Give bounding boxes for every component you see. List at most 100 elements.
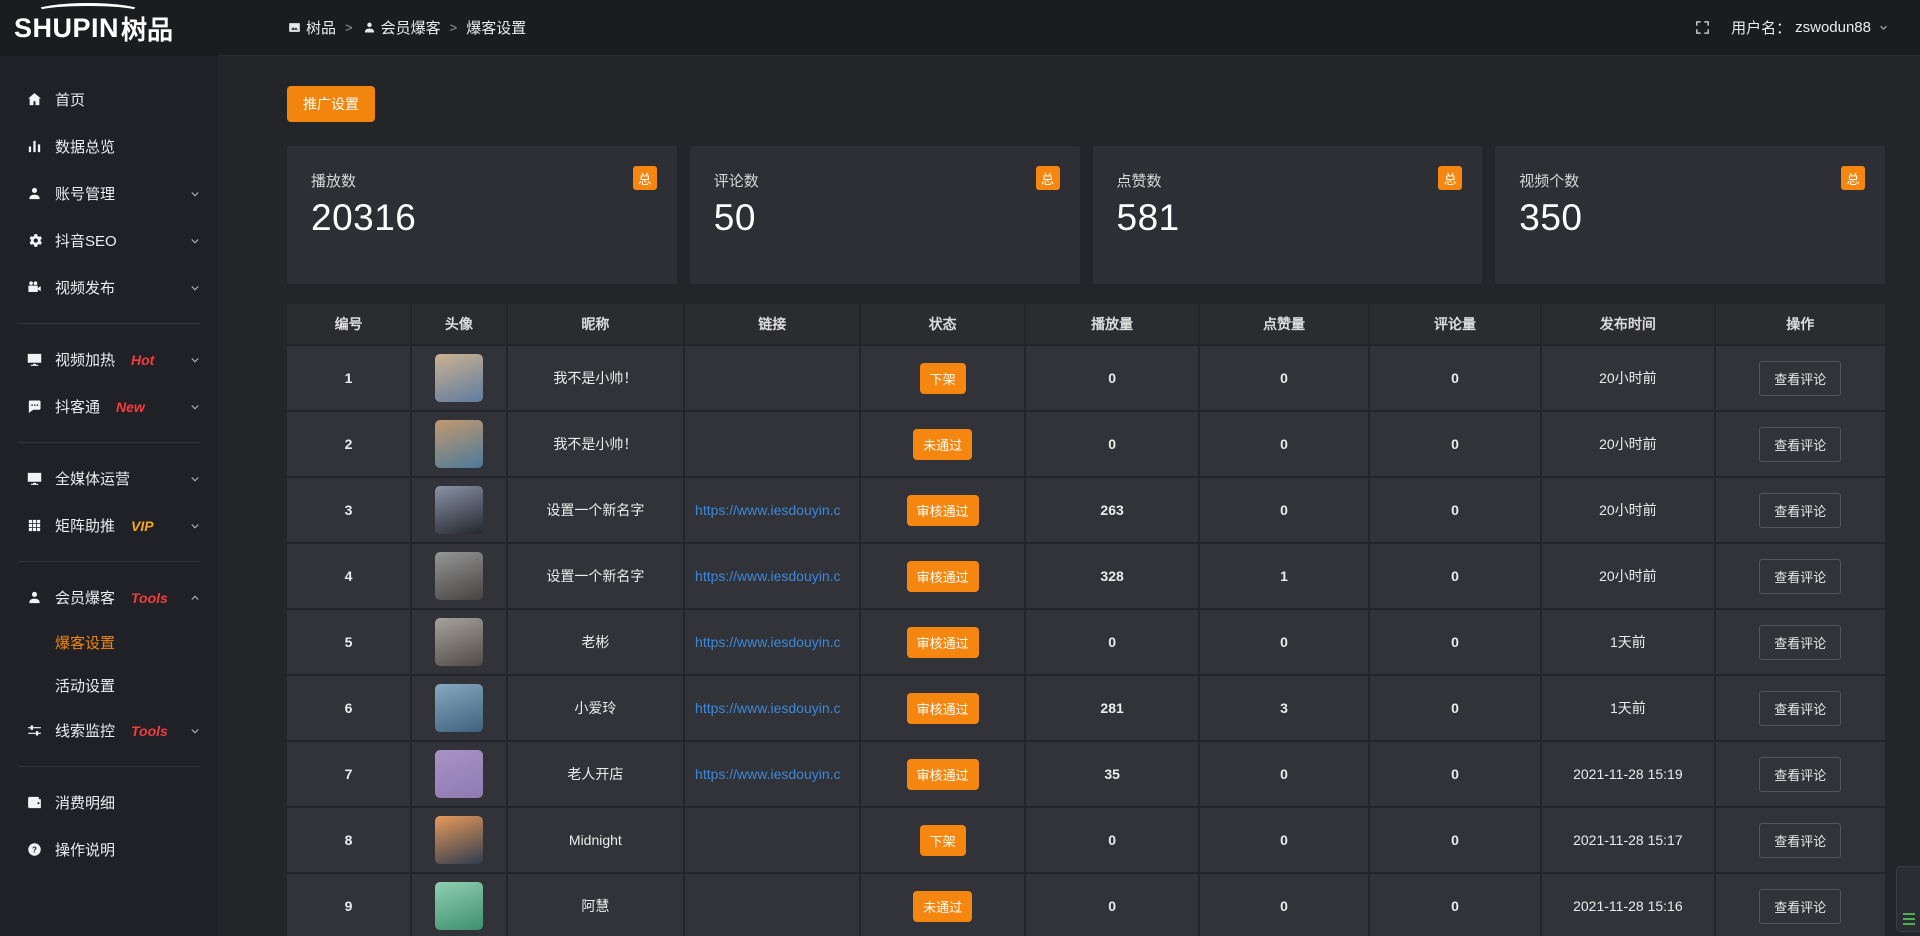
table-cell-avatar <box>412 610 506 674</box>
sidebar-nav: 首页数据总览账号管理抖音SEO 视频发布视频加热 Hot 抖客通New 全媒体运营矩阵助… <box>0 56 218 936</box>
bar-chart-icon <box>26 138 43 155</box>
data-table: 编号头像昵称链接状态播放量点赞量评论量发布时间操作1我不是小帅！下架00020小… <box>287 304 1885 936</box>
sidebar-divider <box>18 561 200 562</box>
table-cell-time: 1天前 <box>1542 676 1713 740</box>
avatar <box>435 882 483 930</box>
sidebar-item-matrix-boost[interactable]: 矩阵助推VIP <box>0 502 218 549</box>
status-badge: 审核通过 <box>907 759 979 790</box>
sidebar-item-label: 抖音SEO <box>55 230 117 251</box>
table-cell-action: 查看评论 <box>1716 874 1885 936</box>
sidebar: SHUPIN 树品 首页数据总览账号管理抖音SEO 视频发布视频加热 Hot 抖客通N… <box>0 0 218 936</box>
topbar: 树品>会员爆客>爆客设置 用户名： zswodun88 <box>218 0 1920 56</box>
status-badge: 审核通过 <box>907 627 979 658</box>
breadcrumb-label: 会员爆客 <box>381 17 441 38</box>
main-content: 推广设置 播放数20316总评论数50总点赞数581总视频个数350总 编号头像… <box>218 56 1920 936</box>
sidebar-item-label: 视频加热 <box>55 349 115 370</box>
table-cell-link <box>685 346 859 410</box>
table-cell-no: 5 <box>287 610 410 674</box>
profile-link[interactable]: https://www.iesdouyin.c <box>695 766 841 782</box>
breadcrumb-item-2[interactable]: 会员爆客 <box>362 17 441 38</box>
table-cell-time: 2021-11-28 15:19 <box>1542 742 1713 806</box>
fullscreen-icon[interactable] <box>1694 19 1711 36</box>
table-cell-status: 审核通过 <box>861 742 1024 806</box>
stat-card-value: 50 <box>714 197 1056 239</box>
floating-side-widget[interactable] <box>1896 866 1920 932</box>
view-comments-button[interactable]: 查看评论 <box>1759 823 1841 858</box>
sidebar-item-tag: Hot <box>131 352 154 368</box>
view-comments-button[interactable]: 查看评论 <box>1759 625 1841 660</box>
sidebar-item-account-management[interactable]: 账号管理 <box>0 170 218 217</box>
sidebar-item-media-operation[interactable]: 全媒体运营 <box>0 455 218 502</box>
svg-text:?: ? <box>32 845 37 854</box>
user-icon <box>362 20 377 35</box>
chevron-down-icon <box>188 400 202 414</box>
username-label: 用户名： <box>1731 17 1791 38</box>
chevron-down-icon <box>188 281 202 295</box>
view-comments-button[interactable]: 查看评论 <box>1759 493 1841 528</box>
sidebar-subitem-activity-settings[interactable]: 活动设置 <box>0 664 218 707</box>
sidebar-item-member-baoke[interactable]: 会员爆客Tools <box>0 574 218 621</box>
user-menu[interactable]: 用户名： zswodun88 <box>1731 17 1890 38</box>
profile-link[interactable]: https://www.iesdouyin.c <box>695 502 841 518</box>
table-cell-no: 2 <box>287 412 410 476</box>
sidebar-item-douketong[interactable]: 抖客通New <box>0 383 218 430</box>
view-comments-button[interactable]: 查看评论 <box>1759 559 1841 594</box>
view-comments-button[interactable]: 查看评论 <box>1759 889 1841 924</box>
avatar <box>435 552 483 600</box>
sidebar-item-label: 消费明细 <box>55 792 115 813</box>
table-cell-no: 4 <box>287 544 410 608</box>
sidebar-item-video-heat[interactable]: 视频加热 Hot <box>0 336 218 383</box>
table-cell-link <box>685 412 859 476</box>
breadcrumb-label: 树品 <box>306 17 336 38</box>
table-cell-comments: 0 <box>1370 412 1540 476</box>
profile-link[interactable]: https://www.iesdouyin.c <box>695 568 841 584</box>
question-icon: ? <box>26 841 43 858</box>
status-badge: 未通过 <box>913 429 972 460</box>
sidebar-item-label: 抖客通 <box>55 396 100 417</box>
stat-card-total-badge: 总 <box>1036 166 1060 190</box>
sidebar-item-operation-guide[interactable]: ?操作说明 <box>0 826 218 873</box>
profile-link[interactable]: https://www.iesdouyin.c <box>695 700 841 716</box>
table-cell-avatar <box>412 742 506 806</box>
table-cell-avatar <box>412 412 506 476</box>
profile-link[interactable]: https://www.iesdouyin.c <box>695 634 841 650</box>
table-cell-link: https://www.iesdouyin.c <box>685 742 859 806</box>
status-badge: 下架 <box>920 363 966 394</box>
table-cell-link: https://www.iesdouyin.c <box>685 478 859 542</box>
table-cell-nickname: 老彬 <box>508 610 683 674</box>
sidebar-item-home[interactable]: 首页 <box>0 76 218 123</box>
table-cell-action: 查看评论 <box>1716 610 1885 674</box>
table-cell-status: 下架 <box>861 346 1024 410</box>
table-cell-action: 查看评论 <box>1716 412 1885 476</box>
sidebar-item-video-publish[interactable]: 视频发布 <box>0 264 218 311</box>
sidebar-item-data-overview[interactable]: 数据总览 <box>0 123 218 170</box>
promo-settings-button[interactable]: 推广设置 <box>287 86 375 122</box>
table-header-cell: 播放量 <box>1026 304 1198 344</box>
view-comments-button[interactable]: 查看评论 <box>1759 757 1841 792</box>
stat-card-1: 播放数20316总 <box>287 146 677 284</box>
sidebar-item-douyin-seo[interactable]: 抖音SEO <box>0 217 218 264</box>
breadcrumb-item-1[interactable]: 树品 <box>287 17 336 38</box>
stat-card-2: 评论数50总 <box>690 146 1080 284</box>
status-badge: 审核通过 <box>907 495 979 526</box>
table-cell-status: 审核通过 <box>861 478 1024 542</box>
sidebar-divider <box>18 442 200 443</box>
chevron-down-icon <box>188 234 202 248</box>
table-cell-avatar <box>412 478 506 542</box>
sidebar-item-consumption-detail[interactable]: 消费明细 <box>0 779 218 826</box>
view-comments-button[interactable]: 查看评论 <box>1759 691 1841 726</box>
view-comments-button[interactable]: 查看评论 <box>1759 427 1841 462</box>
table-header-cell: 操作 <box>1716 304 1885 344</box>
sidebar-subitem-baoke-settings[interactable]: 爆客设置 <box>0 621 218 664</box>
stat-card-value: 20316 <box>311 197 653 239</box>
breadcrumb-separator: > <box>345 20 353 35</box>
chevron-down-icon <box>188 187 202 201</box>
table-cell-plays: 263 <box>1026 478 1198 542</box>
table-header-cell: 链接 <box>685 304 859 344</box>
table-cell-link <box>685 808 859 872</box>
sidebar-item-label: 视频发布 <box>55 277 115 298</box>
view-comments-button[interactable]: 查看评论 <box>1759 361 1841 396</box>
app-logo[interactable]: SHUPIN 树品 <box>0 0 218 56</box>
sidebar-item-clue-monitor[interactable]: 线索监控Tools <box>0 707 218 754</box>
screen-icon <box>26 351 43 368</box>
